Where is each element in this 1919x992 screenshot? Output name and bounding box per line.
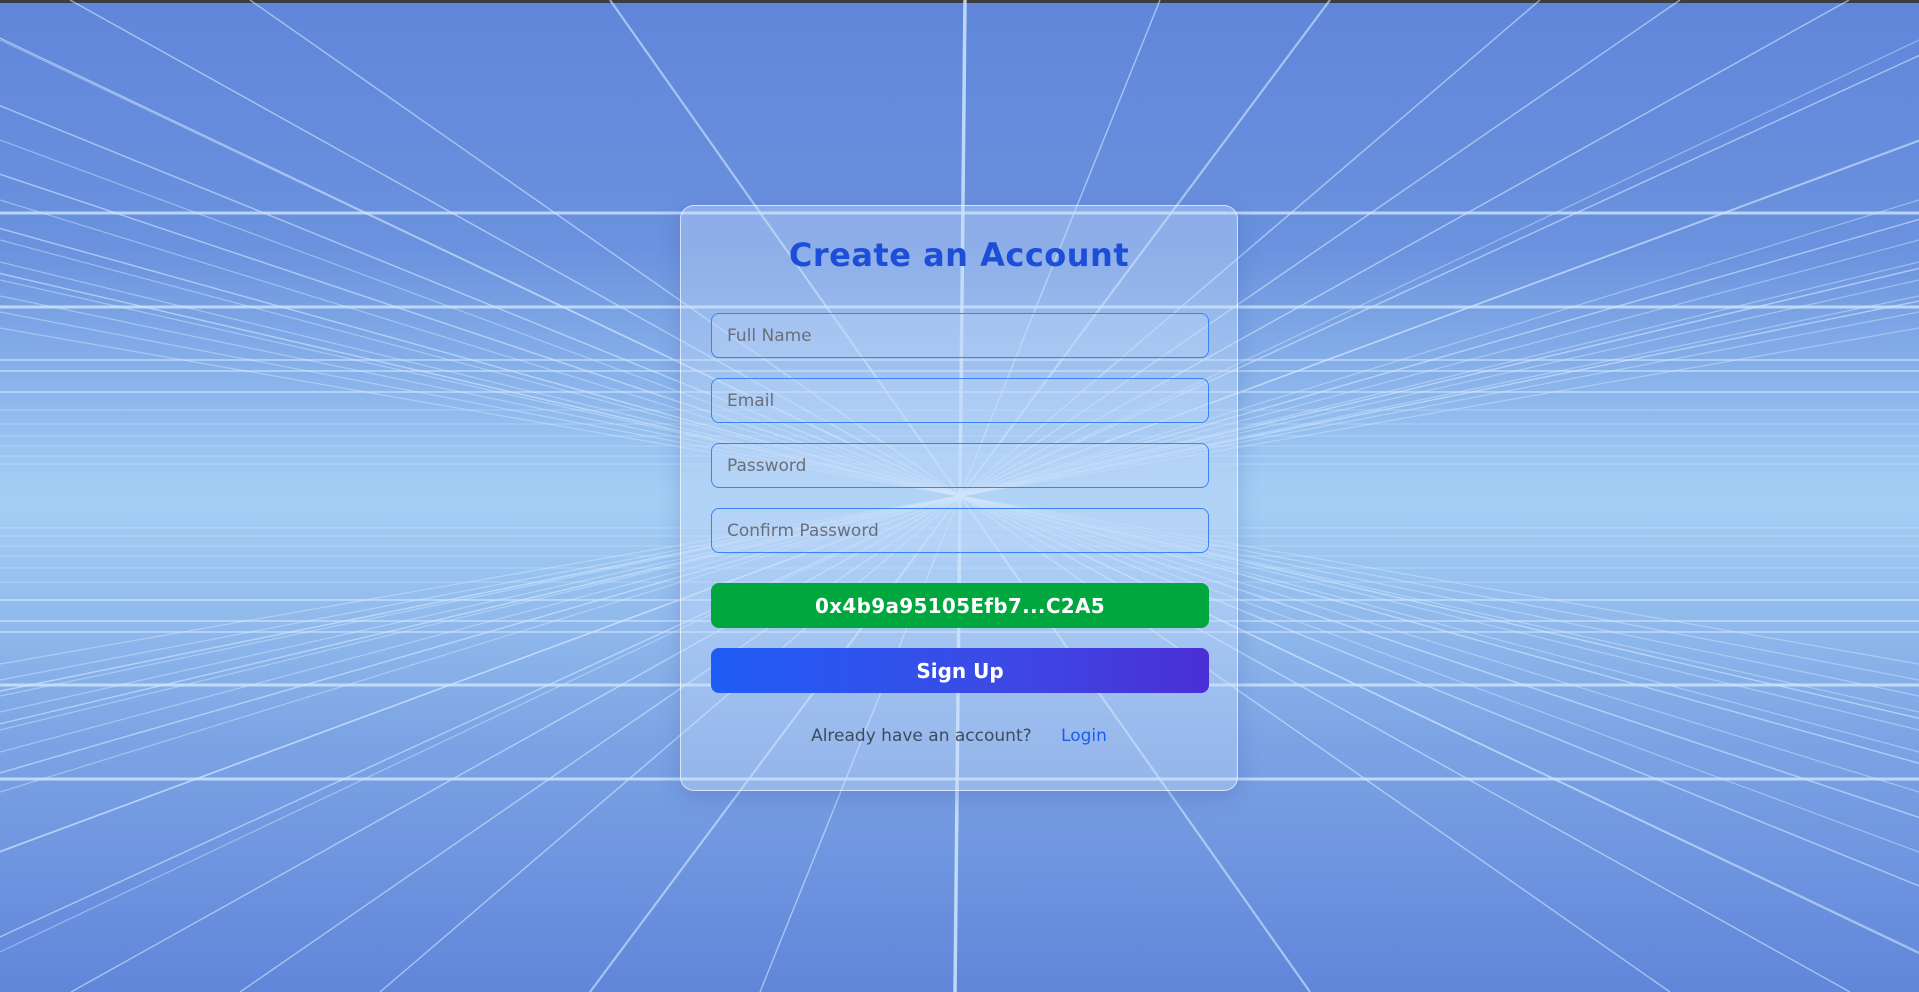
full-name-input[interactable]	[711, 313, 1209, 358]
page-title: Create an Account	[788, 236, 1130, 274]
signup-card: Create an Account 0x4b9a95105Efb7...C2A5…	[680, 205, 1238, 791]
confirm-password-input[interactable]	[711, 508, 1209, 553]
login-prompt-row: Already have an account? Login	[681, 726, 1237, 746]
password-input[interactable]	[711, 443, 1209, 488]
wallet-address-button[interactable]: 0x4b9a95105Efb7...C2A5	[711, 583, 1209, 628]
login-prompt-text: Already have an account?	[811, 726, 1032, 746]
sign-up-button[interactable]: Sign Up	[711, 648, 1209, 693]
page-background: Create an Account 0x4b9a95105Efb7...C2A5…	[0, 0, 1919, 992]
login-link[interactable]: Login	[1061, 726, 1107, 746]
email-input[interactable]	[711, 378, 1209, 423]
